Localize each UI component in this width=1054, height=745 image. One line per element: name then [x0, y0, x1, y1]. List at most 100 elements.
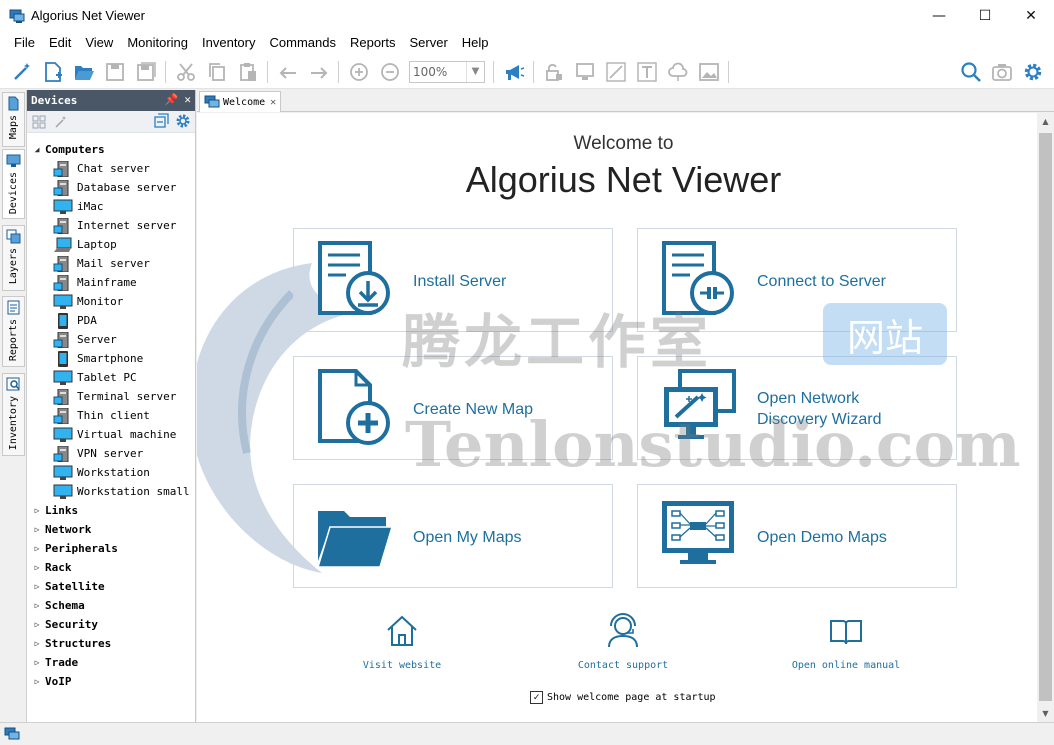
copy-button[interactable] — [201, 57, 232, 87]
tree-item-device[interactable]: Workstation small — [27, 482, 195, 501]
tree-item-device[interactable]: Monitor — [27, 292, 195, 311]
tree-item-device[interactable]: Smartphone — [27, 349, 195, 368]
tree-item-device[interactable]: Mainframe — [27, 273, 195, 292]
tree-item-device[interactable]: PDA — [27, 311, 195, 330]
grid-view-icon[interactable] — [30, 113, 48, 131]
tree-group[interactable]: ▷ VoIP — [27, 672, 195, 691]
startup-label: Show welcome page at startup — [547, 692, 716, 703]
tab-welcome[interactable]: Welcome ✕ — [199, 91, 281, 112]
redo-button[interactable] — [303, 57, 334, 87]
minimize-button[interactable]: — — [916, 0, 962, 31]
side-tab-maps[interactable]: Maps — [2, 92, 25, 147]
tree-item-device[interactable]: Virtual machine — [27, 425, 195, 444]
tree-group[interactable]: ▷ Peripherals — [27, 539, 195, 558]
add-text-button[interactable] — [631, 57, 662, 87]
panel-settings-icon[interactable] — [175, 113, 191, 132]
zoom-select[interactable]: 100% ▼ — [409, 60, 485, 83]
tree-group[interactable]: ▷ Satellite — [27, 577, 195, 596]
settings-button[interactable] — [1017, 57, 1048, 87]
open-my-maps-card[interactable]: Open My Maps — [293, 484, 613, 588]
paste-button[interactable] — [232, 57, 263, 87]
close-panel-icon[interactable]: ✕ — [184, 93, 191, 106]
add-image-button[interactable] — [693, 57, 724, 87]
side-tab-layers[interactable]: Layers — [2, 225, 25, 291]
headset-icon — [608, 613, 638, 648]
menu-monitoring[interactable]: Monitoring — [120, 31, 195, 55]
tree-group[interactable]: ▷ Security — [27, 615, 195, 634]
add-device-button[interactable] — [569, 57, 600, 87]
startup-toggle[interactable]: ✓ Show welcome page at startup — [530, 691, 716, 704]
add-link-button[interactable] — [600, 57, 631, 87]
maximize-button[interactable]: ☐ — [962, 0, 1008, 31]
zoom-in-button[interactable] — [343, 57, 374, 87]
zoom-out-button[interactable] — [374, 57, 405, 87]
screenshot-button[interactable] — [986, 57, 1017, 87]
lock-button[interactable] — [538, 57, 569, 87]
announce-button[interactable] — [498, 57, 529, 87]
tree-group[interactable]: ▷ Network — [27, 520, 195, 539]
toolbar-separator — [533, 60, 534, 83]
pin-icon[interactable]: 📌 — [165, 93, 179, 106]
tree-item-device[interactable]: Thin client — [27, 406, 195, 425]
tree-group[interactable]: ▷ Links — [27, 501, 195, 520]
discovery-wizard-card[interactable]: Open Network Discovery Wizard — [637, 356, 957, 460]
tree-group[interactable]: ▷ Rack — [27, 558, 195, 577]
menu-server[interactable]: Server — [403, 31, 455, 55]
tree-group[interactable]: ▷ Schema — [27, 596, 195, 615]
scroll-up-arrow-icon[interactable]: ▲ — [1037, 113, 1054, 130]
save-all-button[interactable] — [130, 57, 161, 87]
vertical-scrollbar[interactable]: ▲ ▼ — [1037, 113, 1054, 722]
tree-item-device[interactable]: Terminal server — [27, 387, 195, 406]
side-tab-inventory[interactable]: Inventory — [2, 373, 25, 456]
close-tab-icon[interactable]: ✕ — [270, 97, 276, 108]
menu-reports[interactable]: Reports — [343, 31, 403, 55]
create-map-card[interactable]: Create New Map — [293, 356, 613, 460]
tree-group[interactable]: ▷ Structures — [27, 634, 195, 653]
tree-item-device[interactable]: Internet server — [27, 216, 195, 235]
side-tab-devices[interactable]: Devices — [2, 149, 25, 219]
cut-button[interactable] — [170, 57, 201, 87]
tree-group-computers[interactable]: ◢ Computers — [27, 140, 195, 159]
tree-item-device[interactable]: Laptop — [27, 235, 195, 254]
scroll-down-arrow-icon[interactable]: ▼ — [1037, 705, 1054, 722]
collapse-all-icon[interactable] — [154, 113, 169, 132]
tree-item-device[interactable]: Mail server — [27, 254, 195, 273]
device-icon — [53, 370, 73, 386]
link-line-icon — [605, 61, 626, 82]
visit-website-link[interactable]: Visit website — [322, 613, 482, 671]
tree-item-device[interactable]: Database server — [27, 178, 195, 197]
tree-item-device[interactable]: iMac — [27, 197, 195, 216]
install-server-label: Install Server — [413, 272, 507, 290]
save-button[interactable] — [99, 57, 130, 87]
tree-item-device[interactable]: Chat server — [27, 159, 195, 178]
tree-group-label: Rack — [45, 561, 72, 574]
startup-checkbox[interactable]: ✓ — [530, 691, 543, 704]
side-tab-reports[interactable]: Reports — [2, 296, 25, 367]
contact-support-link[interactable]: Contact support — [543, 613, 703, 671]
toolbar-separator — [493, 60, 494, 83]
new-map-button[interactable] — [37, 57, 68, 87]
install-server-card[interactable]: Install Server — [293, 228, 613, 332]
tree-item-device[interactable]: VPN server — [27, 444, 195, 463]
menu-help[interactable]: Help — [455, 31, 496, 55]
menu-view[interactable]: View — [78, 31, 120, 55]
open-demo-maps-card[interactable]: Open Demo Maps — [637, 484, 957, 588]
tree-item-device[interactable]: Server — [27, 330, 195, 349]
menu-inventory[interactable]: Inventory — [195, 31, 262, 55]
menu-commands[interactable]: Commands — [263, 31, 343, 55]
tree-item-device[interactable]: Workstation — [27, 463, 195, 482]
document-tabs: Welcome ✕ — [197, 90, 1054, 112]
open-button[interactable] — [68, 57, 99, 87]
scroll-thumb[interactable] — [1039, 133, 1052, 701]
add-cloud-button[interactable] — [662, 57, 693, 87]
close-button[interactable]: ✕ — [1008, 0, 1054, 31]
menu-file[interactable]: File — [7, 31, 42, 55]
online-manual-link[interactable]: Open online manual — [766, 613, 926, 671]
undo-button[interactable] — [272, 57, 303, 87]
menu-edit[interactable]: Edit — [42, 31, 78, 55]
tree-item-device[interactable]: Tablet PC — [27, 368, 195, 387]
search-button[interactable] — [955, 57, 986, 87]
magic-wand-icon[interactable] — [52, 113, 70, 131]
wizard-button[interactable] — [6, 57, 37, 87]
tree-group[interactable]: ▷ Trade — [27, 653, 195, 672]
